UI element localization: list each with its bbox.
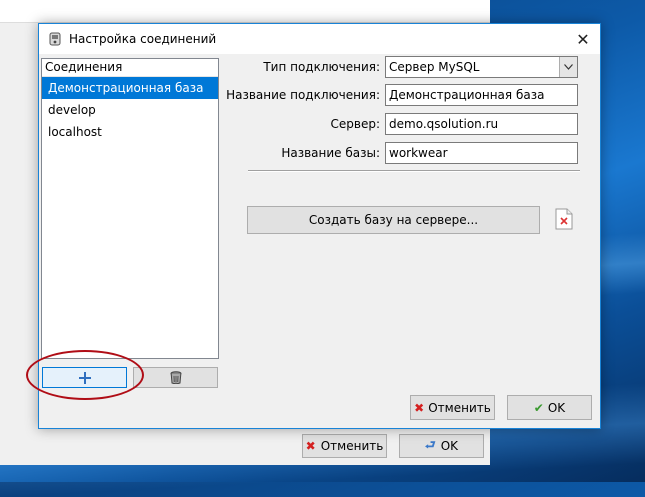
trash-icon xyxy=(170,371,182,384)
parent-ok-button[interactable]: ⮐ OK xyxy=(399,434,484,458)
connection-type-select[interactable]: Сервер MySQL xyxy=(385,56,578,78)
dialog-title: Настройка соединений xyxy=(69,32,216,46)
parent-cancel-label: Отменить xyxy=(321,439,384,453)
server-row: Сервер: demo.qsolution.ru xyxy=(39,113,600,135)
connection-type-value: Сервер MySQL xyxy=(389,60,479,74)
chevron-down-icon[interactable] xyxy=(559,57,577,77)
close-icon: ✕ xyxy=(576,30,589,49)
connection-name-label: Название подключения: xyxy=(226,84,380,106)
server-input[interactable]: demo.qsolution.ru xyxy=(385,113,578,135)
cancel-button[interactable]: ✖ Отменить xyxy=(410,395,495,420)
connection-name-input[interactable]: Демонстрационная база xyxy=(385,84,578,106)
cancel-label: Отменить xyxy=(428,401,491,415)
separator xyxy=(248,170,580,172)
server-label: Сервер: xyxy=(331,113,381,135)
database-name-label: Название базы: xyxy=(281,142,380,164)
ok-button[interactable]: ✔ OK xyxy=(507,395,592,420)
parent-ok-label: OK xyxy=(441,439,458,453)
green-check-icon: ✔ xyxy=(534,401,544,415)
return-arrow-icon: ⮐ xyxy=(425,436,436,457)
document-error-icon xyxy=(555,208,573,230)
connection-name-row: Название подключения: Демонстрационная б… xyxy=(39,84,600,106)
connection-settings-dialog: Настройка соединений ✕ Соединения Демонс… xyxy=(38,23,601,429)
parent-titlebar xyxy=(0,0,490,23)
highlight-ellipse xyxy=(26,350,144,400)
database-name-input[interactable]: workwear xyxy=(385,142,578,164)
parent-cancel-button[interactable]: ✖ Отменить xyxy=(302,434,387,458)
close-button[interactable]: ✕ xyxy=(566,24,600,54)
create-database-button[interactable]: Создать базу на сервере... xyxy=(247,206,540,234)
dialog-titlebar: Настройка соединений ✕ xyxy=(39,24,600,54)
red-x-icon: ✖ xyxy=(306,439,316,453)
connection-type-row: Тип подключения: Сервер MySQL xyxy=(39,56,600,78)
app-icon xyxy=(48,32,62,46)
red-x-icon: ✖ xyxy=(414,401,424,415)
ok-label: OK xyxy=(548,401,565,415)
connection-type-label: Тип подключения: xyxy=(263,56,380,78)
database-name-row: Название базы: workwear xyxy=(39,142,600,164)
delete-connection-button[interactable] xyxy=(133,367,218,388)
